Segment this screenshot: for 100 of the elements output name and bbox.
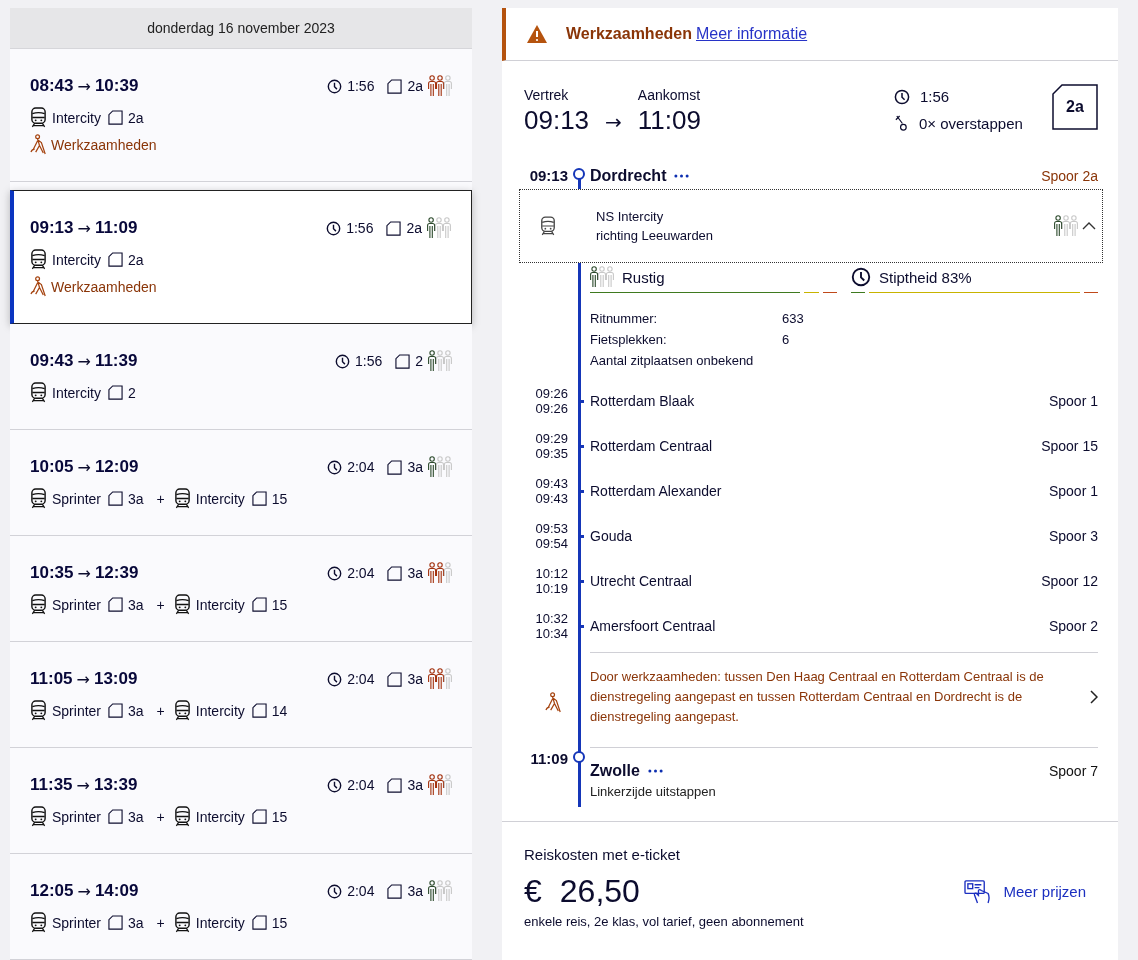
- platform-number: 3a: [407, 565, 423, 581]
- construction-worker-icon: [545, 691, 564, 713]
- arrival-time: 10:39: [94, 76, 139, 96]
- clock-icon: [334, 353, 350, 369]
- stop-tick: [579, 625, 584, 628]
- more-info-link[interactable]: Meer informatie: [696, 25, 808, 43]
- platform-icon: [251, 597, 267, 612]
- fact-value: 633: [782, 311, 805, 326]
- clock-icon: [327, 78, 343, 94]
- departure-time: 10:34: [535, 626, 568, 641]
- platform-label: Spoor 2: [1048, 618, 1098, 634]
- train-info-row[interactable]: NS Intercity richting Leeuwarden: [519, 189, 1103, 263]
- fact-label: Fietsplekken:: [590, 332, 668, 347]
- train-type: Intercity: [195, 914, 245, 931]
- arrow-text: →: [76, 775, 90, 795]
- platform-icon: [108, 915, 124, 930]
- platform-label: Spoor 2a: [1041, 168, 1098, 184]
- stop-tick: [579, 445, 584, 448]
- stop-tick: [579, 535, 584, 538]
- notice-text: Werkzaamheden: [51, 136, 157, 153]
- arrow-text: →: [77, 457, 91, 477]
- clock-icon: [327, 459, 343, 475]
- collapse-chevron-icon[interactable]: [1082, 222, 1096, 230]
- platform-number: 3a: [128, 596, 144, 613]
- transfer-icon: [894, 115, 909, 132]
- train-icon: [173, 806, 191, 827]
- clock-icon: [327, 777, 343, 793]
- stop-tick: [579, 400, 584, 403]
- platform-number: 15: [271, 490, 288, 507]
- indicator-label: Rustig: [622, 268, 665, 286]
- platform-number: 15: [271, 596, 288, 613]
- trip-duration: 2:04: [347, 565, 375, 581]
- leg-separator: +: [156, 596, 165, 613]
- train-type: Sprinter: [52, 702, 102, 719]
- station-name: Dordrecht: [590, 167, 667, 185]
- platform-number: 2a: [406, 220, 422, 236]
- platform-sign: 2a: [1052, 84, 1098, 130]
- arrow-text: →: [77, 881, 91, 901]
- more-options-icon[interactable]: [674, 174, 690, 178]
- train-icon: [30, 700, 47, 721]
- arrow-text: →: [77, 218, 91, 238]
- trip-card[interactable]: 09:13 → 11:09 1:56 2a Intercity 2a Werkzaamheden: [10, 190, 472, 324]
- arrival-time: 12:39: [94, 563, 139, 583]
- platform-icon: [108, 597, 124, 612]
- departure-time: 09:43: [30, 351, 74, 371]
- platform-icon: [251, 703, 267, 718]
- construction-worker-icon: [30, 276, 49, 297]
- more-options-icon[interactable]: [647, 769, 663, 773]
- warning-icon: [526, 24, 548, 44]
- platform-icon: [108, 703, 124, 718]
- platform-icon: [108, 252, 123, 267]
- platform-label: Spoor 3: [1048, 528, 1098, 544]
- platform-label: Spoor 12: [1041, 573, 1098, 589]
- train-name: NS Intercity: [596, 209, 665, 224]
- platform-number: 3a: [128, 702, 144, 719]
- disruption-notice[interactable]: Door werkzaamheden: tussen Den Haag Centraal en Rotterdam Centraal is de dienstregeling aangepast en tussen Rotterdam Centraal en Dordrecht is de dienstregeling aangepast.: [590, 652, 1098, 748]
- train-type: Sprinter: [52, 490, 102, 507]
- clock-icon: [327, 671, 343, 687]
- station-name: Zwolle: [590, 762, 640, 780]
- platform-number: 2a: [407, 78, 423, 94]
- arrival-time: 09:43: [535, 476, 568, 491]
- arrival-time: 10:32: [535, 611, 568, 626]
- arrow-text: →: [77, 351, 91, 371]
- trip-duration: 1:56: [920, 88, 950, 105]
- platform-number: 2: [415, 353, 423, 369]
- arrival-time: 10:12: [535, 566, 568, 581]
- leg-separator: +: [156, 490, 165, 507]
- train-type: Sprinter: [52, 808, 102, 825]
- disruption-text: Door werkzaamheden: tussen Den Haag Centraal en Rotterdam Centraal is de dienstregeling aangepast en tussen Rotterdam Centraal en Dordrecht is de dienstregeling aangepast.: [590, 668, 1045, 726]
- platform-icon: [108, 491, 124, 506]
- more-prices-link[interactable]: Meer prijzen: [964, 879, 1086, 904]
- departure-time: 10:19: [535, 581, 568, 596]
- platform-icon: [387, 565, 403, 581]
- price-label: Reiskosten met e-ticket: [524, 846, 681, 863]
- platform-icon: [387, 883, 403, 899]
- departure-time: 09:26: [535, 401, 568, 416]
- stop-circle: [573, 168, 585, 180]
- platform-icon: [386, 220, 402, 236]
- departure-label: Vertrek: [524, 87, 570, 103]
- clock-icon: [851, 267, 871, 287]
- platform-number: 14: [271, 702, 288, 719]
- fare-details: enkele reis, 2e klas, vol tarief, geen abonnement: [524, 914, 805, 929]
- platform-number: 15: [271, 914, 288, 931]
- arrival-time: 09:53: [535, 521, 568, 536]
- platform-number: 3a: [407, 459, 423, 475]
- date-header: donderdag 16 november 2023: [10, 8, 472, 49]
- trip-duration: 1:56: [347, 78, 375, 94]
- station-name: Utrecht Centraal: [590, 573, 692, 589]
- arrow-text: →: [76, 669, 90, 689]
- platform-number: 15: [271, 808, 288, 825]
- platform-icon: [108, 110, 123, 125]
- chevron-right-icon: [1090, 690, 1098, 704]
- departure-time: 09:13: [30, 218, 74, 238]
- arrival-time: 11:09: [637, 105, 701, 136]
- platform-number: 3a: [128, 490, 144, 507]
- platform-icon: [108, 385, 123, 400]
- arrival-time: 13:09: [93, 669, 138, 689]
- alert-title: Werkzaamheden: [566, 25, 692, 43]
- indicator-label: Stiptheid 83%: [879, 268, 972, 286]
- arrival-time: 11:39: [94, 351, 138, 371]
